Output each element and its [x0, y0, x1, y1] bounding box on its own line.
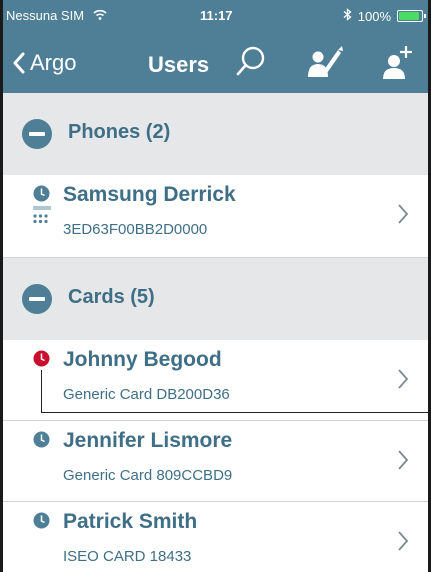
chevron-right-icon [397, 449, 409, 476]
item-detail: Generic Card 809CCBD9 [63, 467, 233, 484]
back-button[interactable]: Argo [12, 50, 76, 76]
alert-clock-icon [33, 350, 50, 372]
section-title: Cards (5) [68, 286, 155, 308]
item-name: Patrick Smith [63, 510, 198, 533]
item-detail: ISEO CARD 18433 [63, 548, 192, 565]
top-bar: Nessuna SIM 11:17 100% Argo Users [0, 0, 431, 93]
clock-status-icon [33, 431, 50, 453]
list-item[interactable]: Jennifer Lismore Generic Card 809CCBD9 [0, 421, 431, 502]
clock-status-icon [33, 185, 50, 207]
collapse-icon[interactable] [22, 119, 52, 149]
list-item[interactable]: Johnny Begood Generic Card DB200D36 [0, 340, 431, 421]
screen-edge-left [0, 0, 3, 572]
assign-user-icon[interactable] [308, 44, 344, 83]
item-detail: 3ED63F00BB2D0000 [63, 221, 208, 238]
add-user-icon[interactable] [380, 44, 416, 85]
status-bar: Nessuna SIM 11:17 100% [0, 0, 431, 30]
battery-percentage: 100% [357, 8, 391, 24]
battery-icon [397, 10, 426, 22]
search-icon[interactable] [234, 44, 268, 83]
phone-device-icon [32, 206, 52, 229]
item-name: Jennifer Lismore [63, 429, 233, 452]
section-title: Phones (2) [68, 121, 171, 143]
battery-fill [399, 12, 419, 20]
carrier-status: Nessuna SIM [6, 8, 107, 23]
item-name: Johnny Begood [63, 348, 222, 371]
page-title: Users [148, 52, 210, 77]
item-detail: Generic Card DB200D36 [63, 386, 230, 403]
collapse-icon[interactable] [22, 284, 52, 314]
chevron-right-icon [397, 530, 409, 557]
chevron-right-icon [397, 203, 409, 230]
status-right: 100% [343, 8, 426, 24]
back-label: Argo [30, 50, 77, 75]
chevron-left-icon [13, 52, 25, 74]
nav-bar: Argo Users [0, 30, 431, 93]
wifi-icon [93, 9, 107, 23]
item-name: Samsung Derrick [63, 183, 236, 206]
list-item[interactable]: Samsung Derrick 3ED63F00BB2D0000 [0, 175, 431, 258]
bluetooth-icon [343, 8, 352, 24]
carrier-label: Nessuna SIM [6, 8, 85, 23]
clock-status-icon [33, 512, 50, 534]
clock: 11:17 [200, 8, 233, 23]
list-item[interactable]: Patrick Smith ISEO CARD 18433 [0, 502, 431, 572]
chevron-right-icon [397, 368, 409, 395]
section-header-cards[interactable]: Cards (5) [0, 258, 431, 340]
section-header-phones[interactable]: Phones (2) [0, 93, 431, 175]
